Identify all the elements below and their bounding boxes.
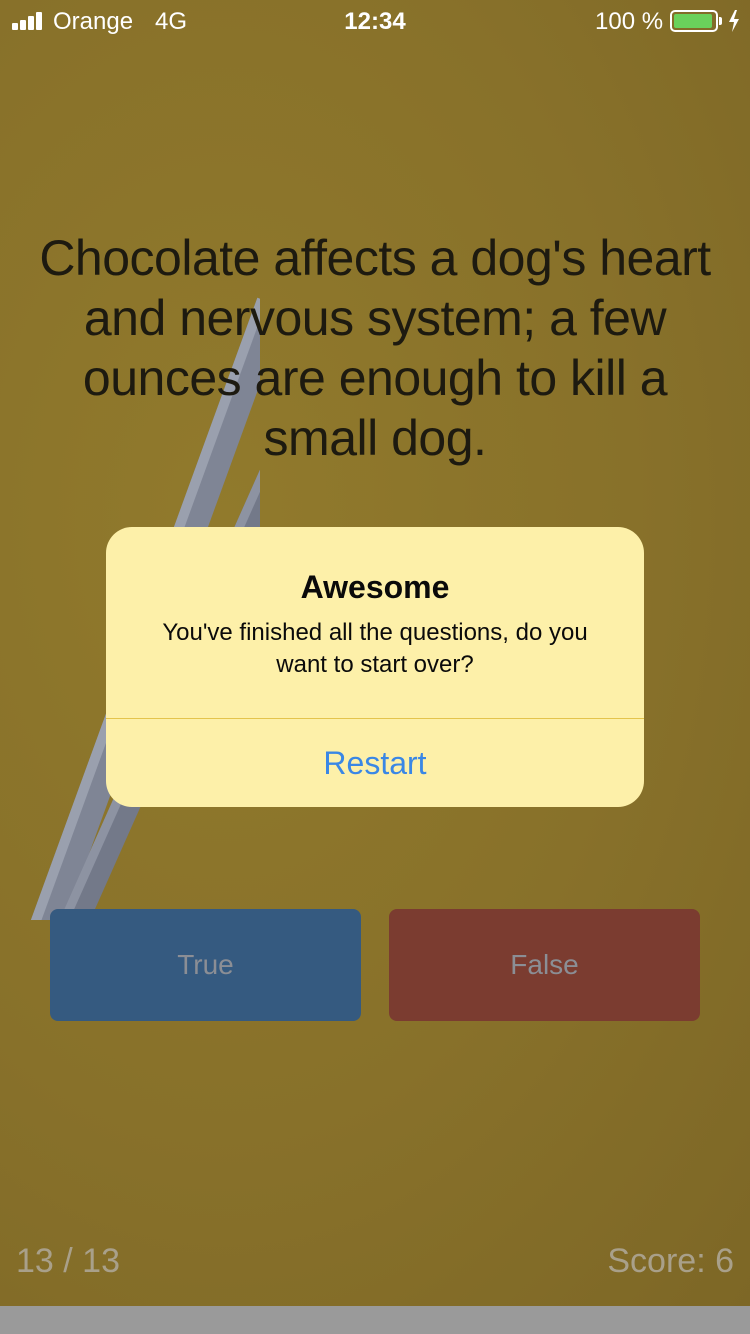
false-button[interactable]: False (389, 909, 700, 1021)
true-button[interactable]: True (50, 909, 361, 1021)
battery-cap (719, 17, 722, 25)
battery-percentage: 100 % (595, 8, 664, 35)
restart-button[interactable]: Restart (106, 719, 644, 807)
charging-bolt-icon (729, 10, 739, 32)
score-label: Score: 6 (607, 1242, 734, 1280)
alert-message: You've finished all the questions, do yo… (162, 619, 588, 678)
alert-title: Awesome (300, 569, 450, 605)
bottom-bar (0, 1306, 750, 1334)
question-progress: 13 / 13 (16, 1242, 120, 1280)
alert-dialog: Awesome You've finished all the question… (106, 527, 644, 807)
battery-icon (670, 10, 718, 32)
status-bar: Orange 4G 12:34 100 % (0, 0, 750, 40)
question-text: Chocolate affects a dog's heart and nerv… (39, 230, 711, 466)
